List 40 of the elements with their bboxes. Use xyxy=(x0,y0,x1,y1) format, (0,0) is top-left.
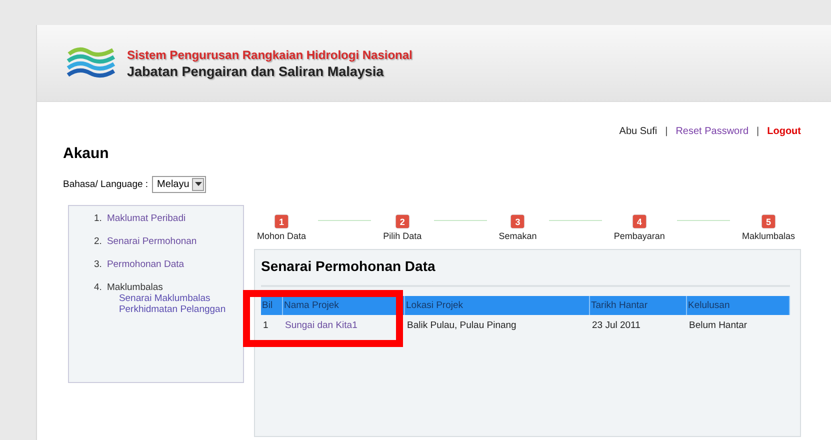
department-name: Jabatan Pengairan dan Saliran Malaysia xyxy=(127,64,385,78)
system-name: Sistem Pengurusan Rangkaian Hidrologi Nasional xyxy=(127,48,412,62)
step-number: 4 xyxy=(632,215,646,228)
page-title: Akaun xyxy=(63,145,110,162)
menu-link[interactable]: Permohonan Data xyxy=(106,259,184,270)
submenu-link[interactable]: Senarai Maklumbalas Perkhidmatan Pelanggan xyxy=(106,293,249,315)
column-header: Kelulusan xyxy=(687,296,790,315)
step-label: Semakan xyxy=(498,231,537,241)
menu-link[interactable]: Senarai Permohonan xyxy=(106,236,197,247)
user-name: Abu Sufi xyxy=(619,126,658,137)
step-label: Pilih Data xyxy=(383,231,422,241)
column-header: Bil xyxy=(261,296,283,315)
table-cell-text: Belum Hantar xyxy=(688,319,748,333)
step-number: 5 xyxy=(762,215,776,228)
table-cell-text: Balik Pulau, Pulau Pinang xyxy=(406,319,518,333)
step-label: Maklumbalas xyxy=(742,231,796,241)
reset-password-link[interactable]: Reset Password xyxy=(676,126,749,137)
language-select[interactable]: Melayu xyxy=(152,176,206,193)
item-number: 3. xyxy=(94,259,102,270)
caret-icon xyxy=(192,178,204,191)
column-header: Lokasi Projek xyxy=(405,296,590,315)
menu-heading: Maklumbalas xyxy=(106,282,163,293)
step-number: 1 xyxy=(275,215,288,228)
step-label: Pembayaran xyxy=(614,231,665,241)
separator: | xyxy=(665,126,668,137)
project-link[interactable]: Sungai dan Kita1 xyxy=(283,315,405,336)
table-cell-text: 1 xyxy=(262,319,270,333)
step-number: 3 xyxy=(511,215,524,228)
step-label: Mohon Data xyxy=(257,231,306,241)
language-label: Bahasa/ Language : xyxy=(63,179,148,190)
logout-link[interactable]: Logout xyxy=(767,126,801,137)
panel-title: Senarai Permohonan Data xyxy=(261,258,790,287)
column-header: Tarikh Hantar xyxy=(590,296,687,315)
item-number: 1. xyxy=(94,213,102,224)
item-number: 2. xyxy=(94,236,102,247)
table-cell-text: 23 Jul 2011 xyxy=(591,319,642,333)
step-number: 2 xyxy=(396,215,409,228)
item-number: 4. xyxy=(94,282,102,295)
menu-link[interactable]: Maklumat Peribadi xyxy=(106,213,186,224)
separator: | xyxy=(756,126,760,137)
